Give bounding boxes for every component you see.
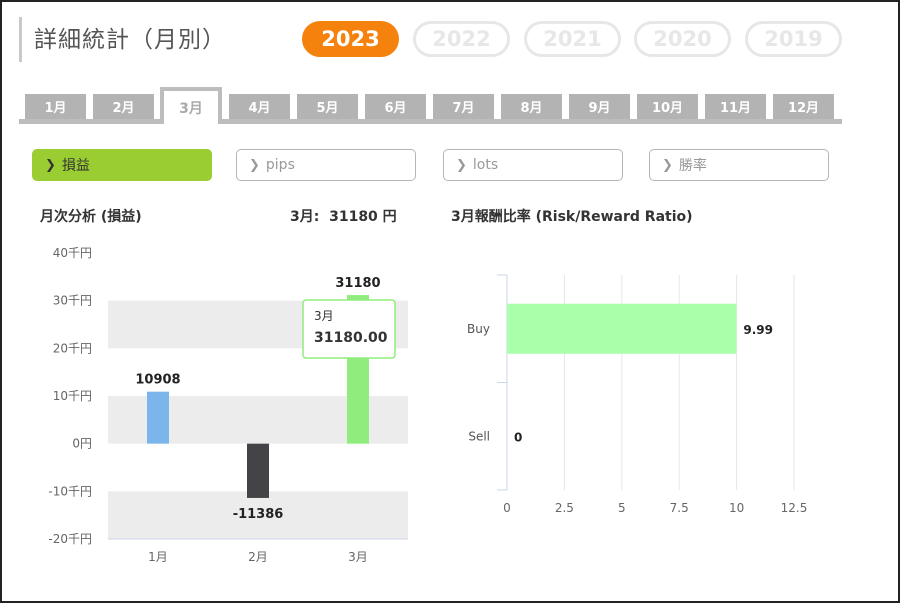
tab-month-7[interactable]: 7月: [433, 94, 494, 119]
y-tick-label: 20千円: [53, 341, 92, 355]
y-tick-label: Sell: [468, 429, 490, 443]
data-label: -11386: [233, 507, 284, 522]
x-tick-label: 7.5: [670, 501, 689, 515]
y-tick-label: 10千円: [53, 389, 92, 403]
data-label: 31180: [335, 276, 380, 291]
tab-month-4[interactable]: 4月: [229, 94, 290, 119]
metric-button-label: 勝率: [678, 158, 707, 174]
bar-Buy: [507, 303, 737, 354]
tab-month-6[interactable]: 6月: [365, 94, 426, 119]
tab-month-11[interactable]: 11月: [705, 94, 766, 119]
metric-button-lots[interactable]: ❯ lots: [443, 149, 623, 181]
x-tick-label: 10: [729, 501, 744, 515]
x-tick-label: 1月: [148, 550, 168, 564]
chevron-right-icon: ❯: [45, 157, 56, 173]
metric-button-label: 損益: [61, 158, 90, 174]
tab-month-3[interactable]: 3月: [160, 87, 222, 124]
year-pill-2019[interactable]: 2019: [745, 21, 842, 57]
y-tick-label: -20千円: [48, 532, 92, 546]
tab-month-1[interactable]: 1月: [25, 94, 86, 119]
tab-month-2[interactable]: 2月: [93, 94, 154, 119]
header-accent-bar: [19, 17, 22, 62]
tab-month-9[interactable]: 9月: [569, 94, 630, 119]
x-tick-label: 12.5: [781, 501, 808, 515]
tab-month-12[interactable]: 12月: [773, 94, 834, 119]
metric-button-profit[interactable]: ❯ 損益: [32, 149, 212, 181]
tooltip-month: 3月: [314, 309, 334, 323]
risk-reward-chart: 0 2.5 5 7.5 10 12.5 Buy 9.99 Sell 0: [467, 274, 808, 515]
x-tick-label: 0: [503, 501, 511, 515]
tab-month-10[interactable]: 10月: [637, 94, 698, 119]
y-tick-label: 0円: [72, 437, 92, 451]
summary-value: 31180 円: [329, 209, 397, 225]
chevron-right-icon: ❯: [249, 157, 260, 173]
x-tick-label: 2.5: [555, 501, 574, 515]
y-tick-label: Buy: [467, 322, 490, 336]
year-pill-2022[interactable]: 2022: [413, 21, 510, 57]
chevron-right-icon: ❯: [456, 157, 467, 173]
year-pill-2023[interactable]: 2023: [302, 21, 399, 57]
y-tick-label: 40千円: [53, 246, 92, 260]
metric-button-pips[interactable]: ❯ pips: [236, 149, 416, 181]
tab-month-8[interactable]: 8月: [501, 94, 562, 119]
monthly-profit-chart: 40千円 30千円 20千円 10千円 0円 -10千円 -20千円 10908 1月 -1138…: [48, 246, 408, 564]
metric-button-winrate[interactable]: ❯ 勝率: [649, 149, 829, 181]
month-tabs-baseline: [19, 119, 842, 124]
year-pill-2020[interactable]: 2020: [634, 21, 731, 57]
chevron-right-icon: ❯: [662, 157, 673, 173]
monthly-chart-heading: 月次分析 (損益): [40, 209, 142, 225]
bar-2月: [247, 443, 269, 498]
metric-button-label: lots: [472, 157, 499, 173]
x-tick-label: 2月: [248, 550, 268, 564]
bar-1月: [147, 391, 169, 444]
y-tick-label: 30千円: [53, 294, 92, 308]
year-pill-2021[interactable]: 2021: [524, 21, 621, 57]
x-tick-label: 3月: [348, 550, 368, 564]
page-title: 詳細統計（月別）: [34, 27, 226, 53]
tooltip-value: 31180.00: [314, 330, 388, 346]
data-label: 0: [514, 430, 522, 444]
data-label: 10908: [135, 373, 180, 388]
y-tick-label: -10千円: [48, 484, 92, 498]
tab-month-5[interactable]: 5月: [297, 94, 358, 119]
summary-month: 3月:: [290, 209, 320, 225]
x-tick-label: 5: [618, 501, 626, 515]
ratio-chart-heading: 3月報酬比率 (Risk/Reward Ratio): [451, 209, 693, 225]
data-label: 9.99: [743, 323, 773, 337]
metric-button-label: pips: [265, 157, 295, 173]
monthly-summary: 3月: 31180 円: [290, 206, 397, 226]
